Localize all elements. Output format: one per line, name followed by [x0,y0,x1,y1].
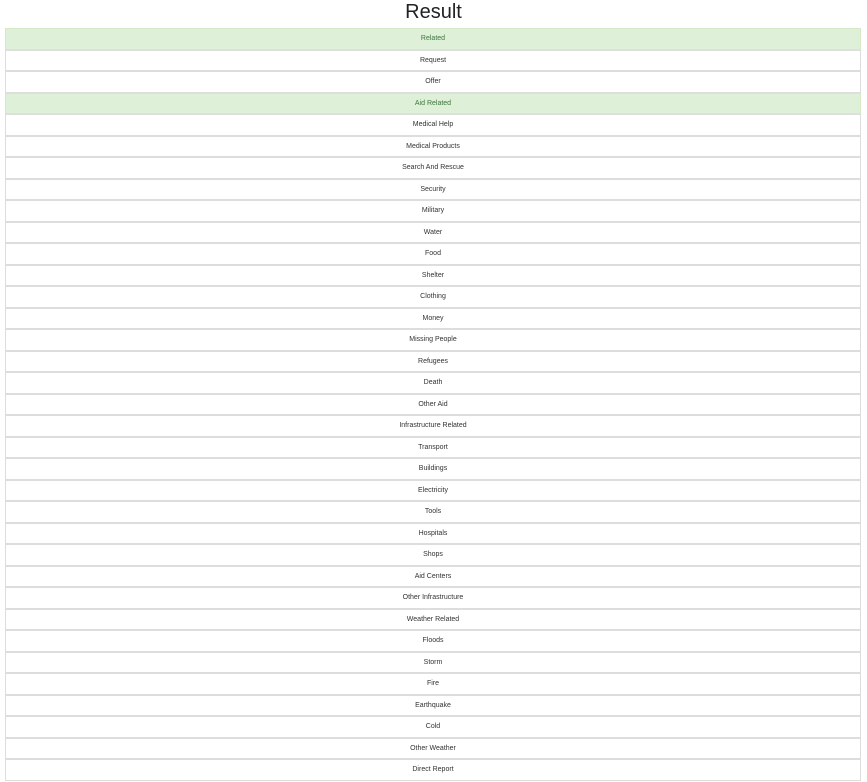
result-item: Cold [5,716,861,738]
result-item: Money [5,307,861,329]
result-item: Floods [5,630,861,652]
result-item: Transport [5,436,861,458]
result-item: Medical Help [5,114,861,136]
result-item: Death [5,372,861,394]
result-item: Storm [5,651,861,673]
result-item: Direct Report [5,759,861,781]
result-item: Shops [5,544,861,566]
result-item: Infrastructure Related [5,415,861,437]
result-item: Hospitals [5,522,861,544]
result-item: Search And Rescue [5,157,861,179]
result-item: Security [5,178,861,200]
result-item: Aid Centers [5,565,861,587]
result-item: Clothing [5,286,861,308]
result-item: Electricity [5,479,861,501]
result-item: Other Aid [5,393,861,415]
result-item: Water [5,221,861,243]
result-item: Weather Related [5,608,861,630]
result-item: Refugees [5,350,861,372]
result-item: Shelter [5,264,861,286]
result-item: Military [5,200,861,222]
result-item: Fire [5,673,861,695]
result-item: Food [5,243,861,265]
result-item: Other Infrastructure [5,587,861,609]
result-item: Request [5,49,861,71]
page-title: Result [405,1,462,23]
result-item: Offer [5,71,861,93]
result-item: Missing People [5,329,861,351]
result-item: Medical Products [5,135,861,157]
result-item: Tools [5,501,861,523]
result-item: Other Weather [5,737,861,759]
result-category-list: Related Request Offer Aid Related Medical He… [5,28,861,781]
result-item: Related [5,28,861,50]
result-item: Aid Related [5,92,861,114]
result-item: Buildings [5,458,861,480]
result-item: Earthquake [5,694,861,716]
